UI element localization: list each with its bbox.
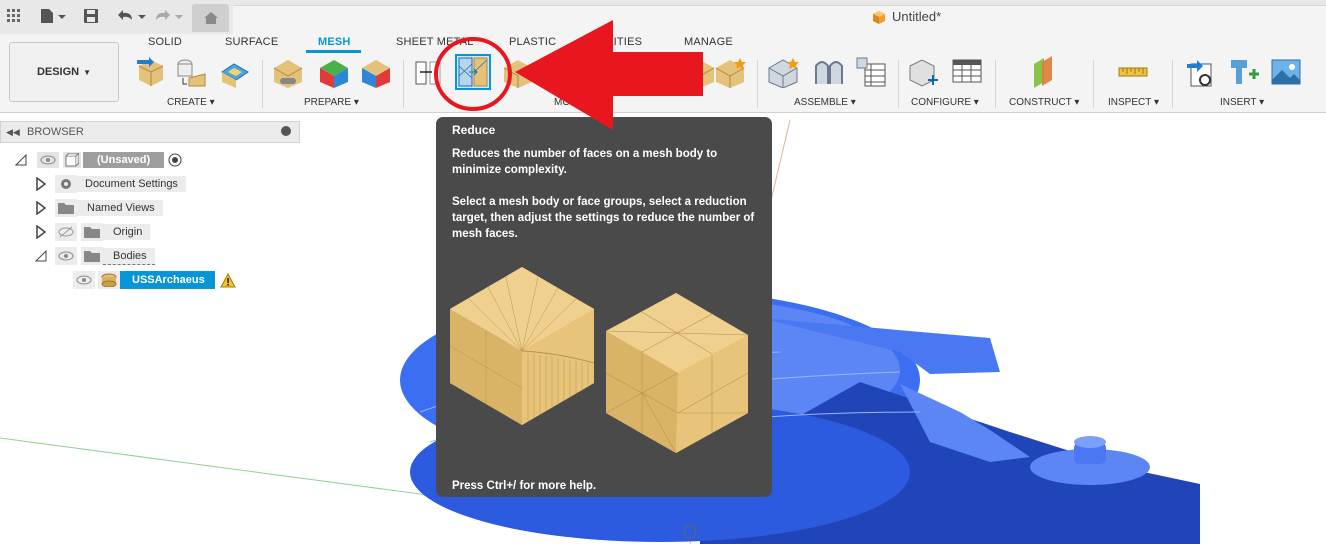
browser-item-label: Document Settings xyxy=(77,176,186,192)
group-separator xyxy=(1093,60,1094,108)
group-separator xyxy=(757,60,758,108)
group-separator xyxy=(995,60,996,108)
collapse-browser-icon[interactable]: ◀◀ xyxy=(6,127,20,138)
group-insert[interactable]: INSERT ▾ xyxy=(1220,97,1264,108)
browser-item-document-settings[interactable]: Document Settings xyxy=(35,174,186,194)
tooltip-footer: Press Ctrl+/ for more help. xyxy=(452,480,597,492)
insert-derive-icon[interactable] xyxy=(1185,56,1217,88)
component-icon xyxy=(63,152,81,168)
undo-icon[interactable] xyxy=(113,6,147,26)
expand-triangle-icon[interactable] xyxy=(35,201,47,215)
group-separator xyxy=(898,60,899,108)
group-prepare[interactable]: PREPARE ▾ xyxy=(304,97,359,108)
bill-of-materials-icon[interactable] xyxy=(855,56,887,88)
group-separator xyxy=(262,60,263,108)
browser-body-row[interactable]: USSArchaeus xyxy=(73,270,237,290)
mesh-body-icon xyxy=(98,271,120,289)
tooltip-description: Reduces the number of faces on a mesh bo… xyxy=(452,148,718,176)
tab-mesh[interactable]: MESH xyxy=(318,36,351,48)
browser-title: BROWSER xyxy=(27,126,84,138)
create-form-icon[interactable] xyxy=(135,56,167,88)
reduced-mesh-cube-image xyxy=(605,293,749,453)
tab-surface[interactable]: SURFACE xyxy=(225,36,278,48)
collapse-triangle-icon[interactable] xyxy=(15,154,27,166)
warning-icon[interactable] xyxy=(219,271,237,289)
group-separator xyxy=(1172,60,1173,108)
browser-root-row[interactable]: (Unsaved) xyxy=(15,150,182,170)
gear-icon xyxy=(55,175,77,193)
file-menu-icon[interactable] xyxy=(38,6,68,26)
redo-icon[interactable] xyxy=(153,6,187,26)
insert-mesh-icon[interactable] xyxy=(218,56,250,88)
collapse-triangle-icon[interactable] xyxy=(35,250,47,262)
offset-plane-icon[interactable] xyxy=(1028,56,1060,88)
change-parameters-icon[interactable] xyxy=(908,56,940,88)
reduce-tooltip: Reduce Reduces the number of faces on a … xyxy=(436,117,772,497)
red-arrow-icon xyxy=(515,20,703,130)
generate-face-groups-icon[interactable] xyxy=(318,56,350,88)
body-label[interactable]: USSArchaeus xyxy=(120,271,215,289)
tab-solid[interactable]: SOLID xyxy=(148,36,182,48)
eye-hidden-icon[interactable] xyxy=(55,223,77,241)
reduce-illustration xyxy=(449,267,749,453)
repair-icon[interactable] xyxy=(272,56,304,88)
annotation-overlay xyxy=(434,20,703,130)
eye-icon[interactable] xyxy=(55,247,77,265)
browser-root-label[interactable]: (Unsaved) xyxy=(83,152,165,168)
insert-canvas-icon[interactable] xyxy=(1270,56,1302,88)
browser-item-label: Bodies xyxy=(103,247,155,265)
group-configure[interactable]: CONFIGURE ▾ xyxy=(911,97,979,108)
new-component-icon[interactable] xyxy=(767,56,799,89)
group-construct[interactable]: CONSTRUCT ▾ xyxy=(1009,97,1079,108)
group-assemble[interactable]: ASSEMBLE ▾ xyxy=(794,97,856,108)
mesh-section-sketch-icon[interactable] xyxy=(714,56,746,88)
app-grid-icon[interactable] xyxy=(6,6,22,26)
expand-triangle-icon[interactable] xyxy=(35,225,47,239)
document-box-icon xyxy=(873,10,885,24)
combine-face-groups-icon[interactable] xyxy=(360,56,392,88)
document-title[interactable]: Untitled* xyxy=(872,9,941,24)
folder-icon xyxy=(81,247,103,265)
eye-icon[interactable] xyxy=(37,152,59,168)
document-tab-strip xyxy=(233,5,1326,35)
workspace-label: DESIGN xyxy=(36,66,80,78)
highlight-circle-icon xyxy=(434,37,512,111)
save-icon[interactable] xyxy=(82,6,100,26)
group-create[interactable]: CREATE ▾ xyxy=(167,97,215,108)
measure-icon[interactable] xyxy=(1117,56,1149,88)
folder-icon xyxy=(81,223,103,241)
dropdown-caret-icon: ▼ xyxy=(83,67,92,77)
browser-item-bodies[interactable]: Bodies xyxy=(35,246,155,266)
tooltip-instructions: Select a mesh body or face groups, selec… xyxy=(452,196,755,240)
workspace-switcher-button[interactable]: DESIGN ▼ xyxy=(9,42,119,102)
eye-icon[interactable] xyxy=(73,271,95,289)
active-tab-indicator xyxy=(306,50,361,53)
document-title-text: Untitled* xyxy=(892,9,942,24)
folder-icon xyxy=(55,199,77,217)
tessellate-icon[interactable] xyxy=(175,56,207,88)
expand-triangle-icon[interactable] xyxy=(35,177,47,191)
home-tab-icon[interactable] xyxy=(192,4,229,32)
browser-header[interactable]: ◀◀ BROWSER xyxy=(0,121,300,143)
activate-radio-icon[interactable] xyxy=(168,153,182,167)
browser-pin-icon[interactable] xyxy=(281,126,291,136)
browser-item-label: Origin xyxy=(103,224,151,240)
browser-item-origin[interactable]: Origin xyxy=(35,222,151,242)
browser-item-label: Named Views xyxy=(77,200,163,216)
configuration-table-icon[interactable] xyxy=(951,56,983,88)
browser-item-named-views[interactable]: Named Views xyxy=(35,198,163,218)
group-inspect[interactable]: INSPECT ▾ xyxy=(1108,97,1159,108)
joint-icon[interactable] xyxy=(812,56,844,88)
group-separator xyxy=(403,60,404,108)
insert-mcmaster-icon[interactable] xyxy=(1227,56,1259,88)
dense-mesh-cube-image xyxy=(449,267,595,425)
